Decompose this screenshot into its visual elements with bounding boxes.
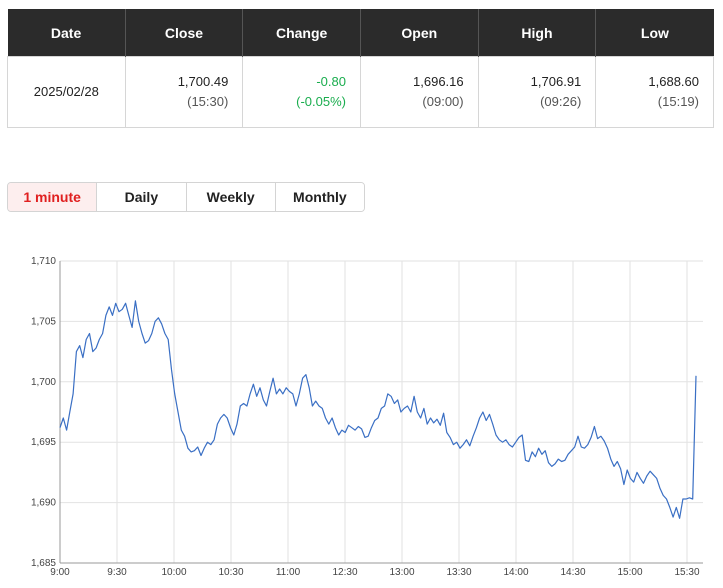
tab-1-minute[interactable]: 1 minute [8, 183, 97, 211]
header-close: Close [124, 9, 243, 57]
high-value: 1,706.91 [530, 74, 582, 89]
close-time: (15:30) [187, 94, 229, 109]
y-tick-label: 1,695 [31, 437, 56, 448]
change-cell: -0.80 (-0.05%) [242, 56, 361, 128]
x-tick-label: 10:00 [161, 567, 186, 578]
x-tick-label: 9:00 [50, 567, 70, 578]
open-time: (09:00) [422, 94, 464, 109]
header-open: Open [359, 9, 479, 57]
x-tick-label: 15:00 [617, 567, 642, 578]
quote-table: Date Close Change Open High Low 2025/02/… [7, 9, 714, 128]
y-tick-label: 1,705 [31, 316, 56, 327]
low-cell: 1,688.60 (15:19) [595, 56, 714, 128]
x-tick-label: 14:00 [503, 567, 528, 578]
x-tick-label: 13:30 [446, 567, 471, 578]
intraday-line-chart: 1,6851,6901,6951,7001,7051,7109:00 9:30 10… [31, 256, 703, 578]
x-tick-label: 11:00 [276, 567, 301, 578]
low-value: 1,688.60 [648, 74, 699, 89]
open-value: 1,696.16 [413, 74, 464, 89]
x-tick-label: 14:30 [560, 567, 585, 578]
change-value: -0.80 [316, 74, 346, 89]
price-series-line [59, 300, 697, 519]
x-tick-label: 12:30 [332, 567, 357, 578]
tab-daily[interactable]: Daily [96, 183, 186, 211]
y-tick-label: 1,710 [31, 256, 56, 267]
high-cell: 1,706.91 (09:26) [477, 56, 597, 128]
quote-header-row: Date Close Change Open High Low [7, 9, 714, 57]
header-high: High [477, 9, 596, 57]
low-time: (15:19) [657, 94, 699, 109]
x-tick-label: 10:30 [218, 567, 243, 578]
y-tick-label: 1,690 [31, 498, 56, 509]
close-value: 1,700.49 [177, 74, 229, 89]
x-tick-label: 15:30 [674, 567, 699, 578]
tab-monthly[interactable]: Monthly [274, 183, 364, 211]
date-value: 2025/02/28 [7, 56, 126, 128]
x-tick-label: 9:30 [107, 567, 127, 578]
header-date: Date [7, 9, 126, 57]
close-cell: 1,700.49 (15:30) [124, 56, 244, 128]
quote-row: 2025/02/28 1,700.49 (15:30) -0.80 (-0.05… [7, 56, 714, 128]
header-change: Change [242, 9, 361, 57]
x-tick-label: 13:00 [389, 567, 414, 578]
tab-weekly[interactable]: Weekly [185, 183, 275, 211]
open-cell: 1,696.16 (09:00) [359, 56, 479, 128]
high-time: (09:26) [540, 94, 582, 109]
y-tick-label: 1,700 [31, 377, 56, 388]
header-low: Low [595, 9, 714, 57]
change-percent: (-0.05%) [296, 94, 346, 109]
period-tabs: 1 minute Daily Weekly Monthly [7, 182, 365, 212]
